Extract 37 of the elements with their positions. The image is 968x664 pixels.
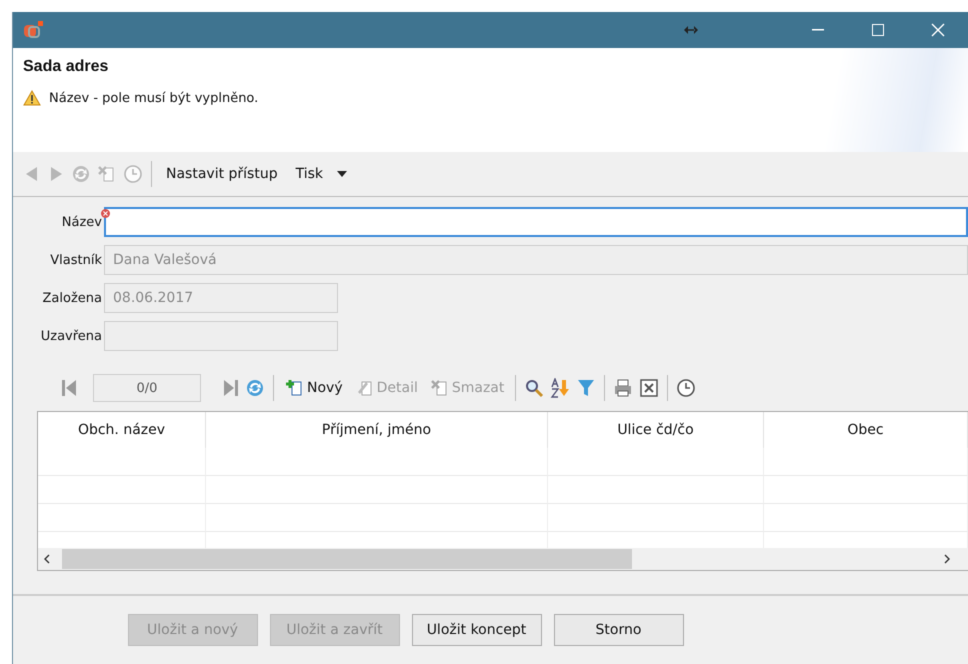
last-record-icon[interactable] — [223, 379, 239, 397]
access-button[interactable]: Nastavit přístup — [160, 166, 284, 182]
column-header[interactable]: Obch. název — [38, 412, 206, 448]
caret-icon — [337, 171, 348, 177]
dialog-button[interactable]: Storno — [554, 614, 684, 646]
scrollbar-thumb[interactable] — [62, 549, 632, 569]
refresh-icon[interactable] — [245, 378, 265, 398]
input-field[interactable] — [104, 321, 338, 351]
chevron-left-icon — [44, 554, 50, 564]
spreadsheet-icon[interactable] — [639, 378, 660, 398]
close-icon — [931, 23, 945, 37]
window-title: Sada adres — [23, 58, 110, 76]
warning-message: Název - pole musí být vyplněno. — [49, 90, 258, 106]
field-label: Uzavřena — [40, 328, 102, 344]
filter-icon[interactable] — [576, 378, 596, 398]
maximize-icon — [872, 24, 884, 36]
chevron-right-icon — [944, 554, 950, 564]
input-field[interactable] — [104, 207, 968, 237]
dialog-button[interactable]: Uložit koncept — [412, 614, 542, 646]
resize-icon — [684, 26, 698, 34]
grid-toolbar-button[interactable]: Nový — [282, 378, 346, 398]
search-icon[interactable] — [524, 378, 544, 398]
app-logo-icon — [23, 20, 45, 40]
record-position: 0/0 — [93, 374, 201, 402]
sort-icon[interactable] — [550, 378, 570, 398]
warning-icon — [23, 90, 41, 106]
minimize-icon — [812, 29, 824, 31]
print-menu-button[interactable]: Tisk — [290, 166, 354, 182]
field-label: Název — [62, 214, 102, 230]
column-header[interactable]: Příjmení, jméno — [206, 412, 548, 448]
clock-icon[interactable] — [676, 378, 696, 398]
field-label: Vlastník — [50, 252, 102, 268]
column-header[interactable]: Ulice čd/čo — [548, 412, 764, 448]
print-icon[interactable] — [613, 378, 634, 398]
first-record-icon[interactable] — [61, 379, 77, 397]
field-label: Založena — [42, 290, 102, 306]
column-header[interactable]: Obec — [764, 412, 968, 448]
